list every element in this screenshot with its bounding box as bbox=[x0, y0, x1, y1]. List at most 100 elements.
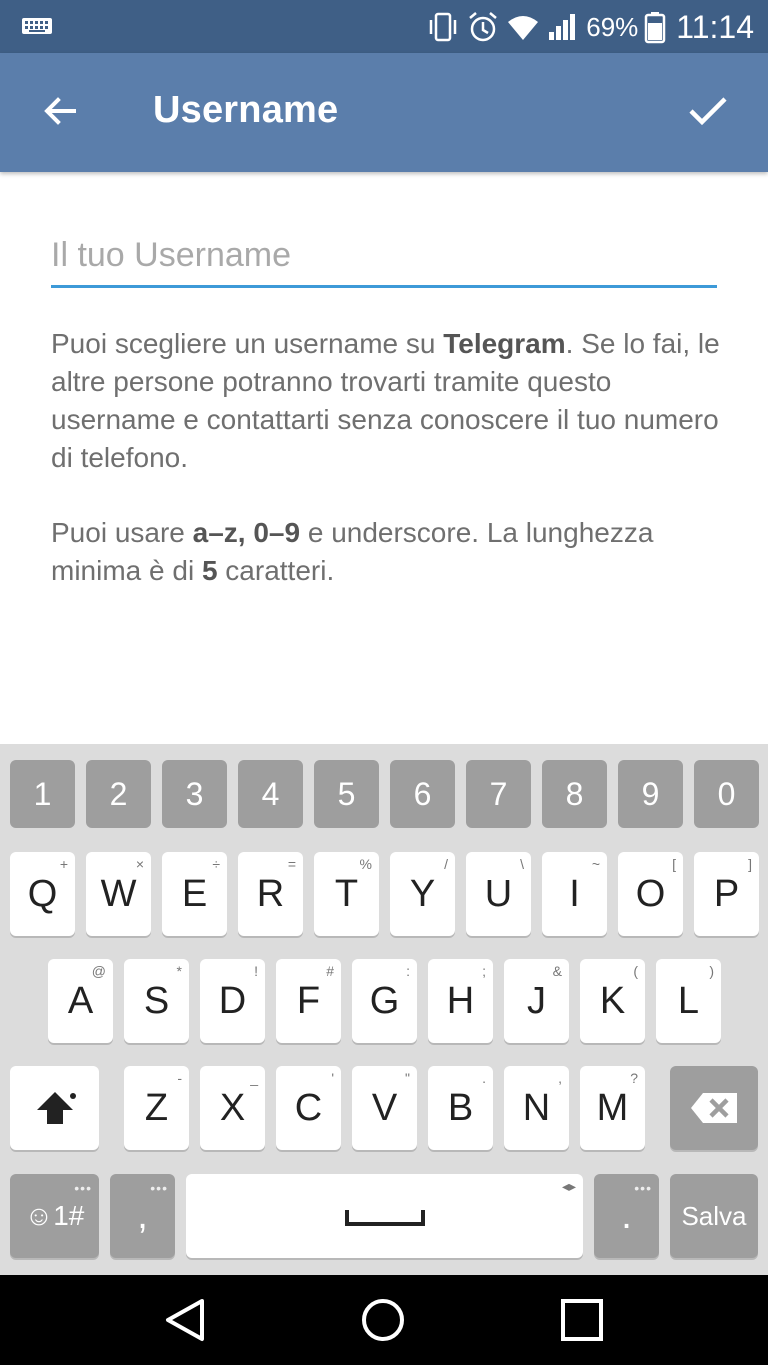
key-k[interactable]: K( bbox=[580, 959, 645, 1043]
key-label: I bbox=[569, 872, 580, 915]
key-u[interactable]: U \ bbox=[466, 852, 531, 936]
key-5[interactable]: 5 bbox=[314, 760, 379, 828]
key-z[interactable]: Z- bbox=[124, 1066, 189, 1150]
key-r[interactable]: R = bbox=[238, 852, 303, 936]
key-label: S bbox=[143, 979, 170, 1022]
symbols-key[interactable]: ☺1# ••• bbox=[10, 1174, 99, 1258]
key-hint: - bbox=[177, 1070, 182, 1086]
key-2[interactable]: 2 bbox=[86, 760, 151, 828]
key-label: X bbox=[219, 1086, 246, 1129]
key-hint: # bbox=[326, 963, 334, 979]
key-hint: * bbox=[176, 963, 182, 979]
key-e[interactable]: E ÷ bbox=[162, 852, 227, 936]
symbols-key-label: ☺1# bbox=[24, 1200, 85, 1231]
comma-key[interactable]: , ••• bbox=[110, 1174, 175, 1258]
wifi-icon bbox=[508, 16, 539, 40]
key-label: G bbox=[369, 979, 400, 1022]
key-p[interactable]: P] bbox=[694, 852, 759, 936]
key-7[interactable]: 7 bbox=[466, 760, 531, 828]
more-dots: ••• bbox=[634, 1180, 652, 1196]
key-g[interactable]: G: bbox=[352, 959, 417, 1043]
info-p2-bold-1: a–z, 0–9 bbox=[192, 517, 301, 548]
key-hint: = bbox=[287, 856, 296, 872]
key-label: V bbox=[371, 1086, 398, 1129]
key-h[interactable]: H; bbox=[428, 959, 493, 1043]
key-j[interactable]: J & bbox=[504, 959, 569, 1043]
key-l[interactable]: L) bbox=[656, 959, 721, 1043]
shift-key[interactable] bbox=[10, 1066, 99, 1150]
key-label: J bbox=[527, 979, 546, 1022]
key-v[interactable]: V " bbox=[352, 1066, 417, 1150]
key-0[interactable]: 0 bbox=[694, 760, 759, 828]
done-button[interactable] bbox=[680, 83, 736, 139]
key-b[interactable]: B. bbox=[428, 1066, 493, 1150]
key-hint: : bbox=[406, 963, 410, 979]
alarm-icon bbox=[469, 12, 498, 42]
key-hint: ? bbox=[630, 1070, 638, 1086]
backspace-key[interactable] bbox=[670, 1066, 758, 1150]
more-dots: ••• bbox=[74, 1180, 92, 1196]
key-hint: " bbox=[405, 1070, 410, 1086]
battery-percent: 69% bbox=[586, 11, 639, 42]
key-m[interactable]: M? bbox=[580, 1066, 645, 1150]
key-hint: _ bbox=[250, 1070, 258, 1086]
keyboard-icon bbox=[22, 18, 52, 34]
nav-home-icon[interactable] bbox=[358, 1295, 408, 1345]
arrow-back-icon bbox=[44, 97, 76, 125]
key-q[interactable]: Q + bbox=[10, 852, 75, 936]
period-key[interactable]: . ••• bbox=[594, 1174, 659, 1258]
key-9[interactable]: 9 bbox=[618, 760, 683, 828]
battery-icon bbox=[645, 12, 666, 44]
page-title: Username bbox=[153, 89, 339, 131]
key-n[interactable]: N, bbox=[504, 1066, 569, 1150]
key-o[interactable]: O[ bbox=[618, 852, 683, 936]
period-key-label: . bbox=[621, 1194, 632, 1237]
key-label: E bbox=[181, 872, 208, 915]
key-1[interactable]: 1 bbox=[10, 760, 75, 828]
key-hint: ( bbox=[633, 963, 638, 979]
key-d[interactable]: D! bbox=[200, 959, 265, 1043]
key-y[interactable]: Y / bbox=[390, 852, 455, 936]
key-6[interactable]: 6 bbox=[390, 760, 455, 828]
vibrate-icon bbox=[430, 12, 457, 42]
nav-recents-icon[interactable] bbox=[557, 1295, 607, 1345]
key-s[interactable]: S * bbox=[124, 959, 189, 1043]
key-c[interactable]: C ' bbox=[276, 1066, 341, 1150]
key-hint: ÷ bbox=[212, 856, 220, 872]
key-w[interactable]: W × bbox=[86, 852, 151, 936]
key-x[interactable]: X _ bbox=[200, 1066, 265, 1150]
nav-back-icon[interactable] bbox=[160, 1295, 210, 1345]
key-f[interactable]: F # bbox=[276, 959, 341, 1043]
key-a[interactable]: A @ bbox=[48, 959, 113, 1043]
key-8[interactable]: 8 bbox=[542, 760, 607, 828]
key-hint: & bbox=[552, 963, 562, 979]
key-3[interactable]: 3 bbox=[162, 760, 227, 828]
key-t[interactable]: T% bbox=[314, 852, 379, 936]
key-hint: . bbox=[482, 1070, 486, 1086]
comma-key-label: , bbox=[137, 1194, 148, 1237]
key-label: R bbox=[256, 872, 285, 915]
cursor-arrows-icon: ◂▸ bbox=[561, 1178, 576, 1194]
signal-icon bbox=[549, 14, 576, 40]
back-button[interactable] bbox=[32, 83, 88, 139]
info-p2-text-c: caratteri. bbox=[217, 555, 335, 586]
key-label: A bbox=[67, 979, 94, 1022]
save-key[interactable]: Salva bbox=[670, 1174, 758, 1258]
key-label: C bbox=[294, 1086, 323, 1129]
info-paragraph-1: Puoi scegliere un username su Telegram. … bbox=[51, 325, 731, 477]
status-bar: 69% 11:14 bbox=[0, 0, 768, 53]
key-label: Z bbox=[144, 1086, 169, 1129]
key-label: U bbox=[484, 872, 513, 915]
space-key[interactable]: ◂▸ bbox=[186, 1174, 583, 1258]
backspace-icon bbox=[691, 1093, 737, 1123]
key-i[interactable]: I ~ bbox=[542, 852, 607, 936]
key-label: T bbox=[334, 872, 359, 915]
info-p2-text-a: Puoi usare bbox=[51, 517, 193, 548]
key-label: K bbox=[599, 979, 626, 1022]
username-input[interactable] bbox=[51, 225, 717, 288]
key-hint: ; bbox=[482, 963, 486, 979]
key-4[interactable]: 4 bbox=[238, 760, 303, 828]
info-p2-bold-2: 5 bbox=[201, 555, 218, 586]
key-hint: ) bbox=[709, 963, 714, 979]
key-hint: ] bbox=[748, 856, 752, 872]
